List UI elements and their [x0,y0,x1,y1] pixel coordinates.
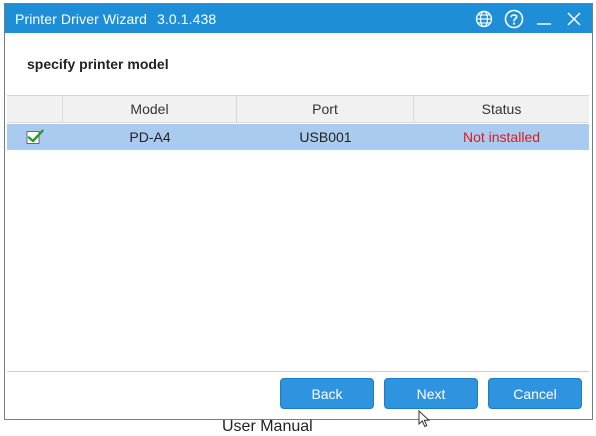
title-bar[interactable]: Printer Driver Wizard 3.0.1.438 [5,4,592,33]
page-heading: specify printer model [27,56,169,72]
checkmark-icon [26,129,44,144]
background-text: User Manual [222,418,313,435]
next-button[interactable]: Next [384,378,478,409]
minimize-button[interactable] [534,9,554,29]
column-header-status[interactable]: Status [414,96,589,122]
row-checkbox[interactable] [7,124,63,150]
cancel-button[interactable]: Cancel [488,378,582,409]
cell-port: USB001 [299,129,352,145]
close-icon [567,11,581,26]
back-button[interactable]: Back [280,378,374,409]
table-header: Model Port Status [7,96,589,123]
table-row[interactable]: PD-A4 USB001 Not installed [7,124,589,150]
cell-status: Not installed [462,129,541,145]
window-controls [474,4,584,33]
app-version: 3.0.1.438 [157,10,217,27]
mouse-cursor-icon [418,410,431,428]
globe-icon[interactable] [474,9,494,29]
help-icon[interactable] [504,9,524,29]
column-header-port[interactable]: Port [237,96,414,122]
printer-driver-wizard-window: Printer Driver Wizard 3.0.1.438 specify … [4,3,593,420]
cell-model: PD-A4 [129,129,171,145]
column-header-model[interactable]: Model [63,96,237,122]
close-button[interactable] [564,9,584,29]
app-name: Printer Driver Wizard [15,10,148,27]
window-title: Printer Driver Wizard 3.0.1.438 [15,11,216,27]
printer-model-table: Model Port Status PD-A4 USB001 Not insta… [7,95,589,372]
footer-buttons: Back Next Cancel [280,378,582,409]
column-header-check [7,96,63,122]
